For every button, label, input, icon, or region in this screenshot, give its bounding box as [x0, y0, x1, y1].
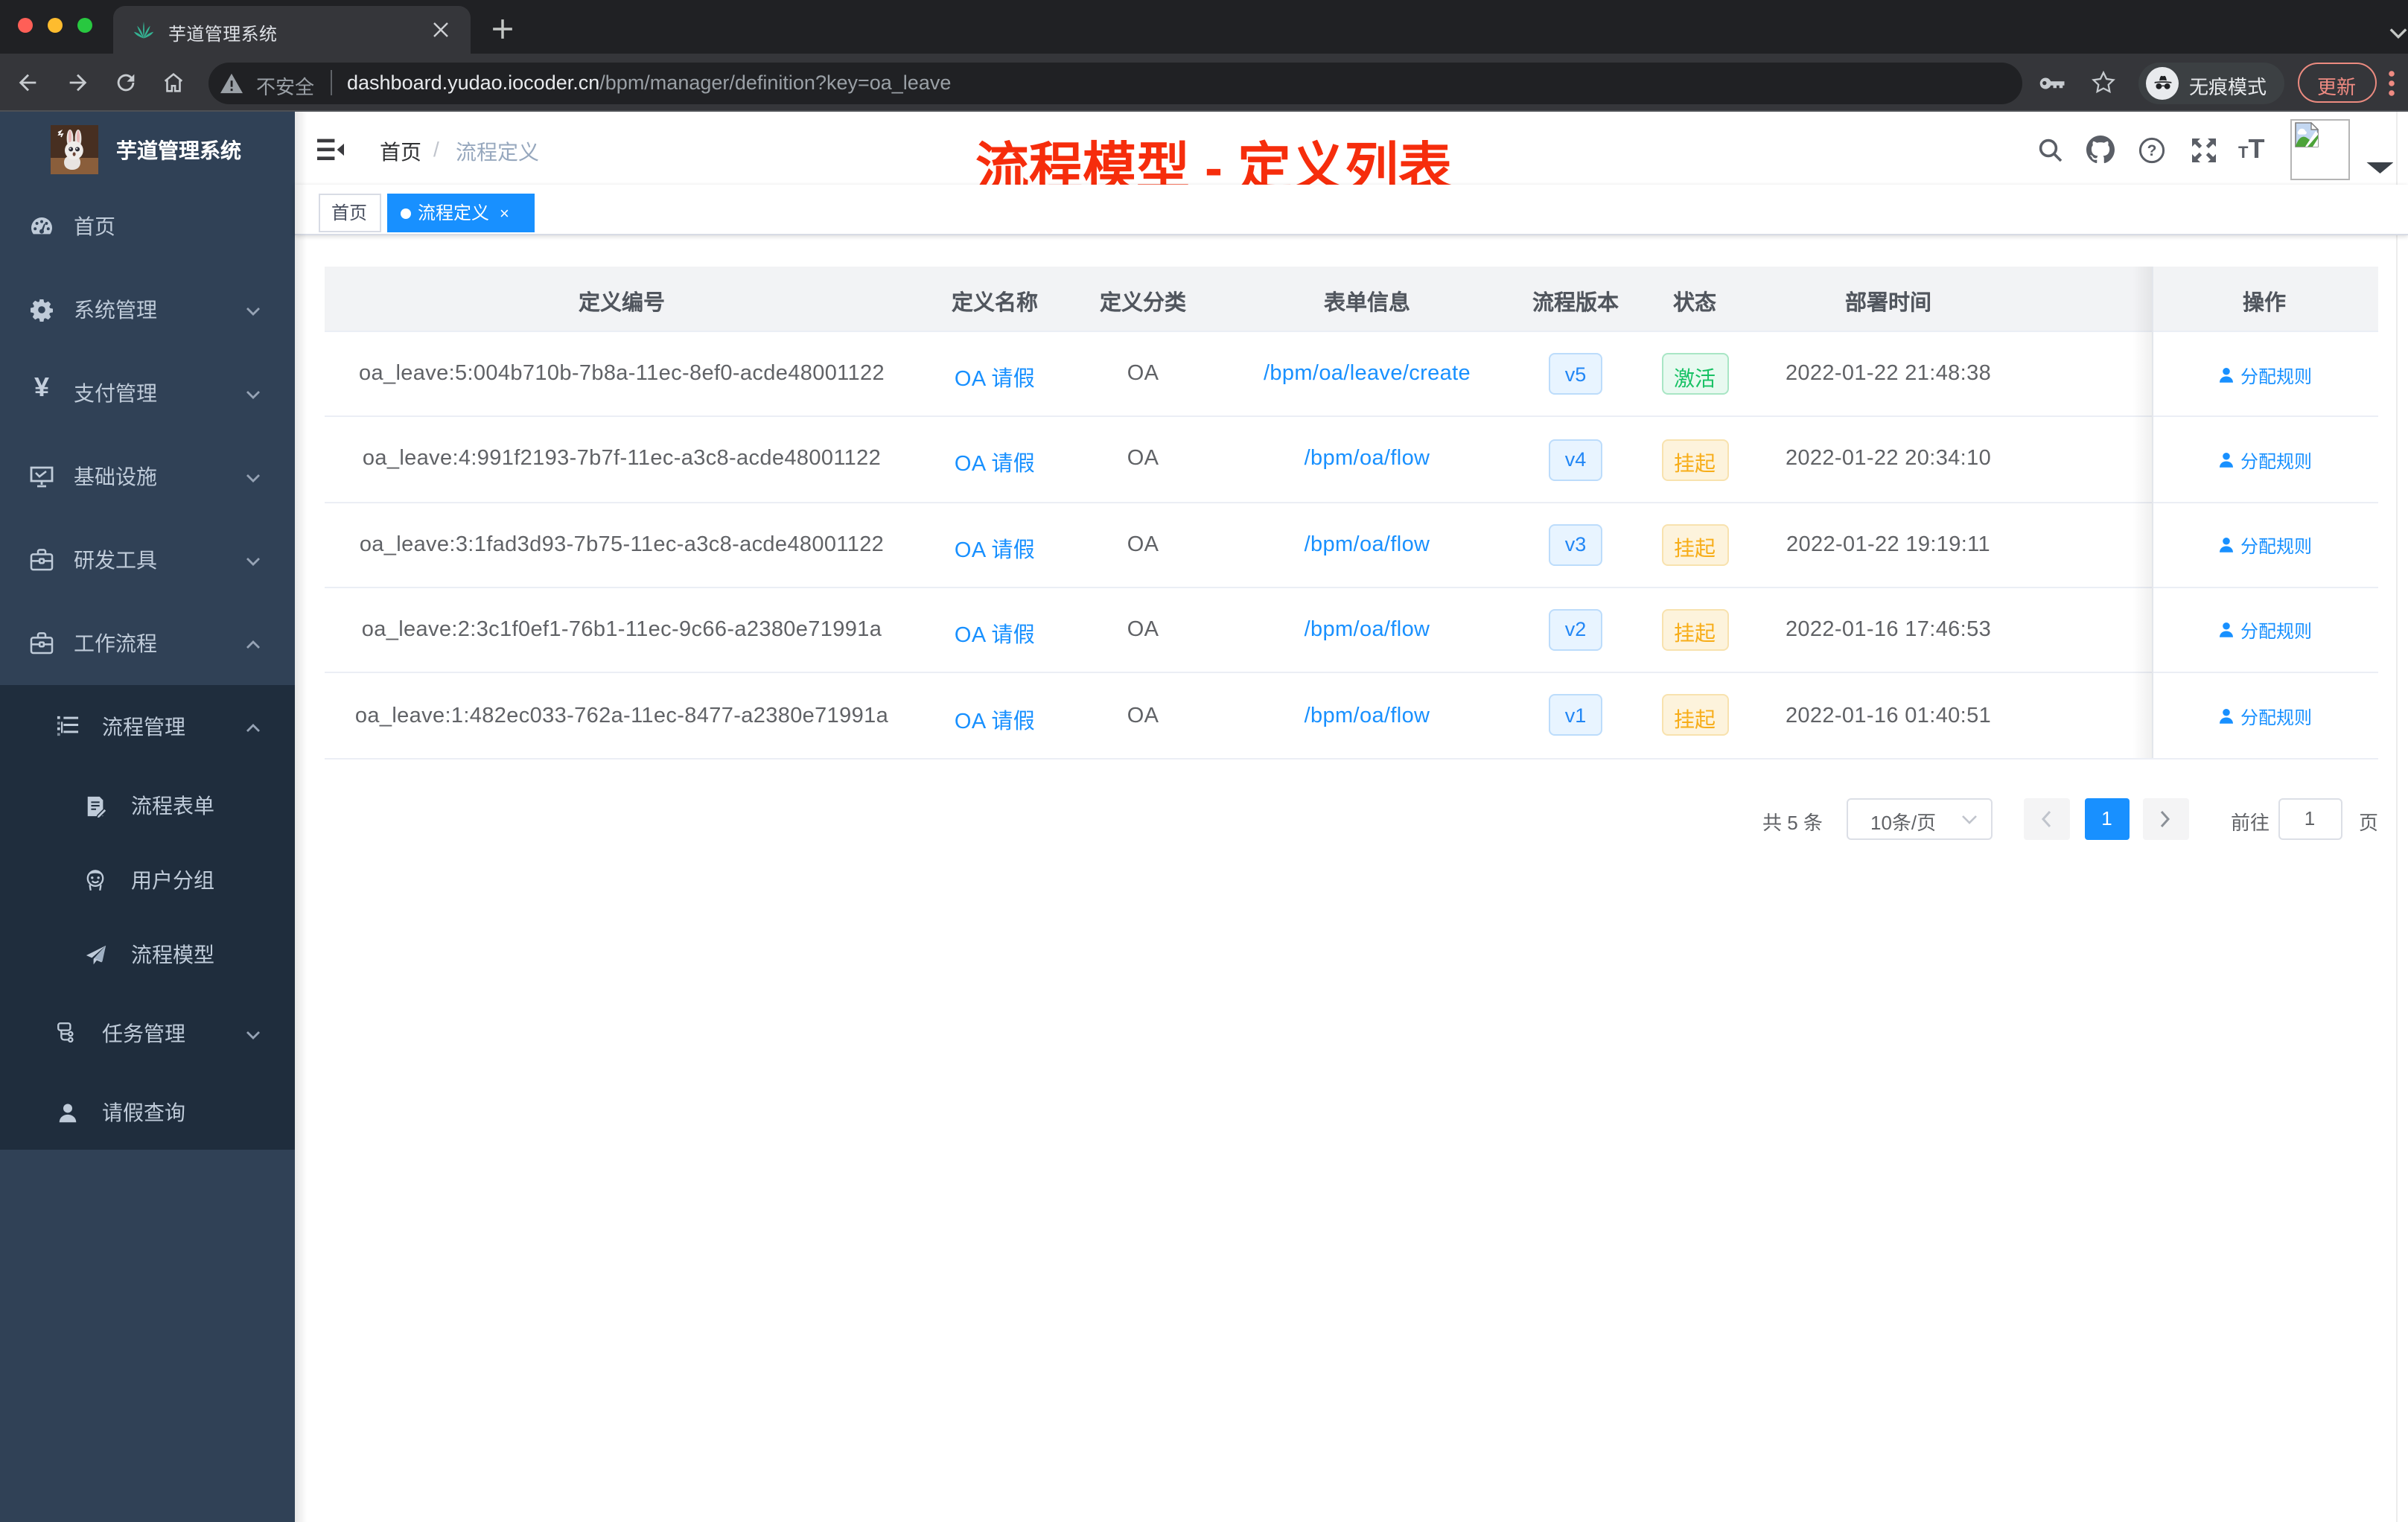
- svg-text:?: ?: [2147, 142, 2157, 159]
